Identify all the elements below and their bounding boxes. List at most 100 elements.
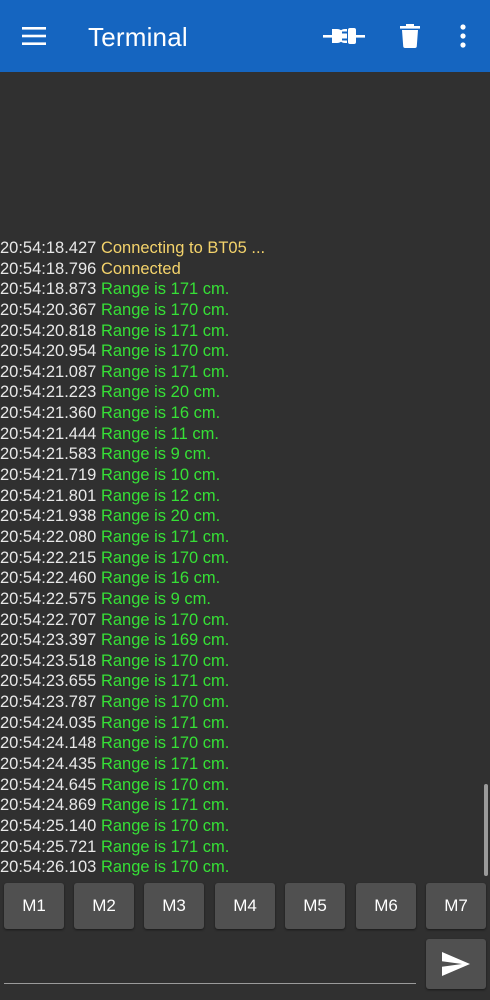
line-message: Range is 11 cm.	[100, 424, 219, 443]
line-message: Range is 171 cm.	[100, 796, 230, 815]
line-timestamp: 20:54:24.035	[0, 713, 97, 732]
terminal-line: 20:54:23.655 Range is 171 cm.	[0, 671, 480, 692]
terminal-line: 20:54:22.215 Range is 170 cm.	[0, 548, 480, 569]
line-message: Range is 171 cm.	[100, 280, 230, 299]
line-timestamp: 20:54:20.367	[0, 300, 97, 319]
line-message: Range is 9 cm.	[100, 445, 211, 464]
line-timestamp: 20:54:22.460	[0, 569, 97, 588]
line-timestamp: 20:54:20.818	[0, 321, 97, 340]
line-message: Range is 16 cm.	[100, 569, 221, 588]
macro-button-m2[interactable]: M2	[74, 883, 134, 929]
menu-button[interactable]	[12, 14, 56, 58]
line-message: Range is 16 cm.	[100, 404, 221, 423]
terminal-line: 20:54:25.140 Range is 170 cm.	[0, 816, 480, 837]
terminal-line: 20:54:20.818 Range is 171 cm.	[0, 321, 480, 342]
terminal-line: 20:54:23.518 Range is 170 cm.	[0, 651, 480, 672]
macro-button-row: M1 M2 M3 M4 M5 M6 M7	[0, 883, 490, 929]
macro-button-m3[interactable]: M3	[144, 883, 204, 929]
terminal-line: 20:54:24.148 Range is 170 cm.	[0, 733, 480, 754]
terminal-line: 20:54:18.427 Connecting to BT05 ...	[0, 238, 480, 259]
terminal-line: 20:54:18.796 Connected	[0, 259, 480, 280]
line-message: Range is 9 cm.	[100, 589, 211, 608]
terminal-line: 20:54:21.801 Range is 12 cm.	[0, 486, 480, 507]
line-timestamp: 20:54:22.080	[0, 527, 97, 546]
terminal-line: 20:54:21.938 Range is 20 cm.	[0, 506, 480, 527]
line-message: Range is 20 cm.	[100, 383, 221, 402]
line-message: Range is 170 cm.	[100, 651, 230, 670]
line-timestamp: 20:54:22.707	[0, 610, 97, 629]
line-timestamp: 20:54:20.954	[0, 342, 97, 361]
more-options-button[interactable]	[444, 14, 482, 58]
macro-button-m5[interactable]: M5	[285, 883, 345, 929]
line-message: Range is 169 cm.	[100, 631, 230, 650]
send-text-field[interactable]	[4, 940, 420, 984]
line-timestamp: 20:54:18.427	[0, 239, 97, 257]
clear-terminal-button[interactable]	[388, 14, 432, 58]
line-timestamp: 20:54:25.721	[0, 837, 97, 856]
line-message: Connecting to BT05 ...	[100, 239, 266, 257]
line-message: Range is 171 cm.	[100, 527, 230, 546]
terminal-scrollbar[interactable]	[484, 784, 488, 876]
line-timestamp: 20:54:23.518	[0, 651, 97, 670]
line-timestamp: 20:54:23.655	[0, 672, 97, 691]
terminal-line: 20:54:21.360 Range is 16 cm.	[0, 403, 480, 424]
line-timestamp: 20:54:21.444	[0, 424, 97, 443]
line-message: Range is 171 cm.	[100, 837, 230, 856]
macro-button-m6[interactable]: M6	[356, 883, 416, 929]
send-button[interactable]	[426, 939, 486, 989]
terminal-line: 20:54:23.787 Range is 170 cm.	[0, 692, 480, 713]
line-timestamp: 20:54:18.796	[0, 259, 97, 278]
line-timestamp: 20:54:25.140	[0, 816, 97, 835]
terminal-log: 20:54:18.427 Connecting to BT05 ... 20:54…	[0, 238, 480, 878]
terminal-line: 20:54:21.223 Range is 20 cm.	[0, 382, 480, 403]
line-message: Range is 170 cm.	[100, 816, 230, 835]
menu-icon	[22, 27, 46, 45]
line-message: Range is 170 cm.	[100, 610, 230, 629]
macro-button-m4[interactable]: M4	[215, 883, 275, 929]
send-icon	[442, 952, 470, 976]
line-message: Range is 170 cm.	[100, 300, 230, 319]
line-timestamp: 20:54:24.645	[0, 775, 97, 794]
terminal-line: 20:54:26.103 Range is 170 cm.	[0, 857, 480, 878]
line-timestamp: 20:54:21.360	[0, 404, 97, 423]
line-timestamp: 20:54:21.087	[0, 362, 97, 381]
line-message: Range is 171 cm.	[100, 362, 230, 381]
terminal-line: 20:54:21.444 Range is 11 cm.	[0, 424, 480, 445]
terminal-line: 20:54:21.583 Range is 9 cm.	[0, 444, 480, 465]
terminal-line: 20:54:24.645 Range is 170 cm.	[0, 775, 480, 796]
line-message: Range is 171 cm.	[100, 672, 230, 691]
line-message: Range is 170 cm.	[100, 734, 230, 753]
terminal-line: 20:54:25.721 Range is 171 cm.	[0, 837, 480, 858]
terminal-line: 20:54:24.869 Range is 171 cm.	[0, 795, 480, 816]
terminal-line: 20:54:21.719 Range is 10 cm.	[0, 465, 480, 486]
line-message: Range is 170 cm.	[100, 342, 230, 361]
line-timestamp: 20:54:21.583	[0, 445, 97, 464]
terminal-line: 20:54:22.080 Range is 171 cm.	[0, 527, 480, 548]
line-message: Range is 170 cm.	[100, 693, 230, 712]
line-timestamp: 20:54:18.873	[0, 280, 97, 299]
connect-button[interactable]	[318, 14, 370, 58]
line-timestamp: 20:54:22.215	[0, 548, 97, 567]
line-message: Range is 10 cm.	[100, 466, 221, 485]
line-message: Range is 12 cm.	[100, 486, 221, 505]
line-timestamp: 20:54:21.801	[0, 486, 97, 505]
line-message: Range is 20 cm.	[100, 507, 221, 526]
macro-button-m1[interactable]: M1	[4, 883, 64, 929]
line-message: Range is 171 cm.	[100, 321, 230, 340]
terminal-output[interactable]: 20:54:18.427 Connecting to BT05 ... 20:54…	[0, 72, 490, 880]
terminal-line: 20:54:20.367 Range is 170 cm.	[0, 300, 480, 321]
page-title: Terminal	[88, 22, 188, 52]
macro-button-m7[interactable]: M7	[426, 883, 486, 929]
line-timestamp: 20:54:22.575	[0, 589, 97, 608]
terminal-line: 20:54:21.087 Range is 171 cm.	[0, 362, 480, 383]
line-timestamp: 20:54:24.435	[0, 755, 97, 774]
send-text-input[interactable]	[4, 940, 420, 984]
terminal-line: 20:54:24.435 Range is 171 cm.	[0, 754, 480, 775]
terminal-line: 20:54:22.575 Range is 9 cm.	[0, 589, 480, 610]
trash-icon	[400, 24, 420, 48]
line-message: Connected	[100, 259, 181, 278]
terminal-line: 20:54:20.954 Range is 170 cm.	[0, 341, 480, 362]
line-timestamp: 20:54:26.103	[0, 858, 97, 877]
more-vert-icon	[460, 24, 466, 48]
line-timestamp: 20:54:21.938	[0, 507, 97, 526]
